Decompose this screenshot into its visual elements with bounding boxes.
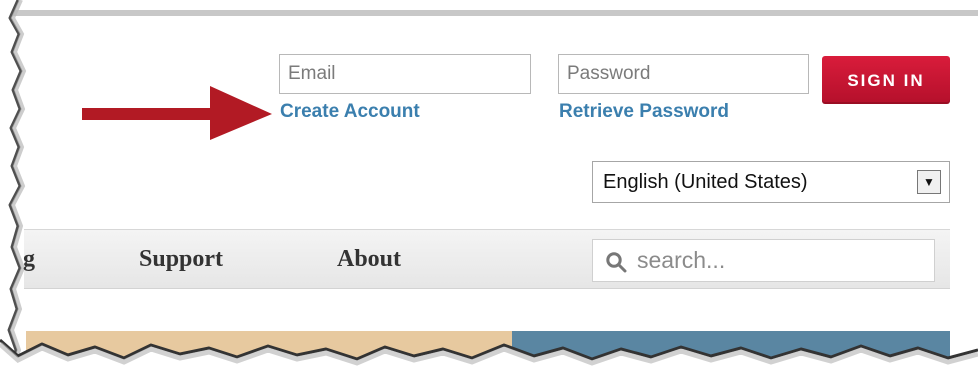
language-select[interactable]: English (United States) ▼: [592, 161, 950, 203]
nav-item-partial[interactable]: g: [23, 230, 35, 288]
search-box[interactable]: [592, 239, 935, 282]
create-account-link[interactable]: Create Account: [280, 101, 420, 123]
nav-item-about[interactable]: About: [337, 230, 401, 288]
sign-in-button[interactable]: SIGN IN: [822, 56, 950, 104]
red-arrow-icon: [82, 86, 272, 140]
password-field[interactable]: [558, 54, 809, 94]
search-input[interactable]: [637, 240, 923, 281]
top-border: [12, 10, 978, 16]
selected-language: English (United States): [603, 171, 808, 193]
email-field[interactable]: [279, 54, 531, 94]
search-icon: [606, 252, 627, 273]
nav-item-support[interactable]: Support: [139, 230, 223, 288]
login-page-screenshot: SIGN IN Create Account Retrieve Password…: [0, 0, 978, 371]
torn-left-edge: [0, 0, 27, 371]
torn-bottom-edge: [0, 338, 978, 371]
retrieve-password-link[interactable]: Retrieve Password: [559, 101, 729, 123]
chevron-down-icon[interactable]: ▼: [917, 170, 941, 194]
